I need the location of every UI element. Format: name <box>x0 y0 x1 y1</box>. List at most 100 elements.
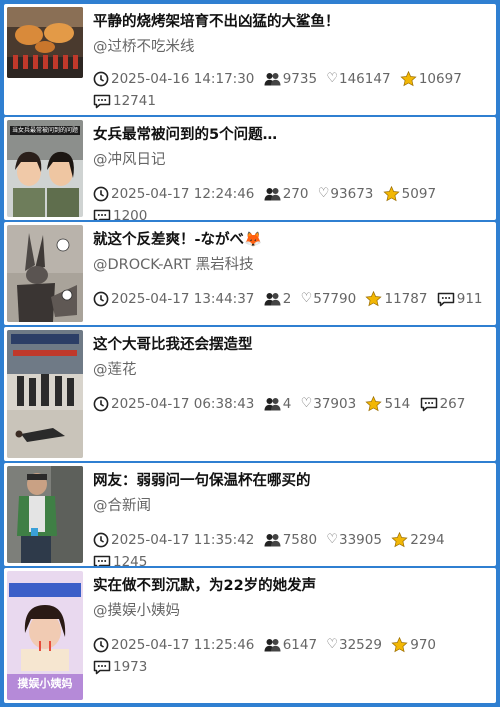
publish-time-text: 2025-04-17 13:44:37 <box>111 291 255 307</box>
heart-icon: ♡ <box>317 186 330 201</box>
comment-count[interactable]: 1200 <box>93 205 147 220</box>
star-icon <box>365 396 383 412</box>
star-icon <box>365 291 383 307</box>
like-count[interactable]: ♡ 57790 <box>301 288 357 310</box>
comment-icon <box>420 397 437 411</box>
favorite-count[interactable]: 5097 <box>383 183 436 205</box>
like-count-text: 146147 <box>339 71 391 87</box>
star-icon <box>383 186 400 202</box>
favorite-count[interactable]: 970 <box>391 634 436 656</box>
watch-count-text: 2 <box>282 291 292 307</box>
heart-icon: ♡ <box>326 71 338 86</box>
video-meta: 2025-04-16 14:17:30 9735 ♡ 146147 10697 … <box>93 68 488 112</box>
favorite-count-text: 514 <box>384 396 411 412</box>
favorite-count[interactable]: 2294 <box>391 529 445 551</box>
comment-count-text: 1973 <box>113 659 148 675</box>
publish-time: 2025-04-17 13:44:37 <box>93 288 254 310</box>
favorite-count-text: 11787 <box>384 291 428 307</box>
video-thumbnail[interactable] <box>7 225 83 322</box>
like-count-text: 32529 <box>339 637 382 653</box>
heart-icon: ♡ <box>326 532 338 547</box>
video-card[interactable]: 摸娱小姨妈 实在做不到沉默，为22岁的她发声 @摸娱小姨妈 2025-04-17… <box>4 568 496 703</box>
like-count[interactable]: ♡ 146147 <box>326 68 390 90</box>
favorite-count[interactable]: 514 <box>365 393 410 415</box>
thumbnail-caption: 当女兵最常被问到的问题 <box>11 127 78 134</box>
video-meta: 2025-04-17 11:35:42 7580 ♡ 33905 2294 12… <box>93 529 488 566</box>
video-title[interactable]: 平静的烧烤架培育不出凶猛的大鲨鱼！ <box>93 13 486 31</box>
heart-icon: ♡ <box>300 291 313 306</box>
comment-icon <box>93 94 111 108</box>
comment-count[interactable]: 1245 <box>93 551 147 566</box>
video-card[interactable]: 这个大哥比我还会摆造型 @莲花 2025-04-17 06:38:43 4 ♡ … <box>4 327 496 461</box>
clock-icon <box>93 396 109 412</box>
like-count[interactable]: ♡ 37903 <box>301 393 357 415</box>
video-title[interactable]: 这个大哥比我还会摆造型 <box>93 336 486 354</box>
favorite-count-text: 2294 <box>410 532 445 548</box>
watch-count: 2 <box>264 288 292 310</box>
video-author[interactable]: @DROCK-ART 黑岩科技 <box>93 256 254 274</box>
like-count[interactable]: ♡ 93673 <box>318 183 374 205</box>
comment-count[interactable]: 267 <box>420 393 465 415</box>
like-count-text: 93673 <box>330 186 374 202</box>
comment-count-text: 12741 <box>113 93 156 109</box>
comment-count[interactable]: 12741 <box>93 90 156 112</box>
heart-icon: ♡ <box>300 396 313 411</box>
clock-icon <box>93 532 109 548</box>
clock-icon <box>93 291 109 307</box>
video-card[interactable]: 就这个反差爽！-ながべ🦊 @DROCK-ART 黑岩科技 2025-04-17 … <box>4 222 496 325</box>
watch-group-icon <box>264 73 281 86</box>
video-author[interactable]: @冲风日记 <box>93 151 166 169</box>
publish-time-text: 2025-04-17 06:38:43 <box>111 396 255 412</box>
video-title[interactable]: 女兵最常被问到的5个问题… <box>93 126 486 144</box>
comment-icon <box>93 555 111 566</box>
watch-group-icon <box>264 639 281 652</box>
publish-time-text: 2025-04-17 12:24:46 <box>111 186 255 202</box>
comment-icon <box>93 660 111 674</box>
watch-count: 7580 <box>264 529 317 551</box>
video-card[interactable]: 网友：弱弱问一句保温杯在哪买的 @合新闻 2025-04-17 11:35:42… <box>4 463 496 566</box>
video-thumbnail[interactable]: 当女兵最常被问到的问题 <box>7 120 83 217</box>
video-meta: 2025-04-17 13:44:37 2 ♡ 57790 11787 911 <box>93 288 488 310</box>
video-author[interactable]: @合新闻 <box>93 497 151 515</box>
feed-page: { "items": [ {"title":"平静的烧烤架培育不出凶猛的大鲨鱼！… <box>0 0 500 707</box>
favorite-count-text: 970 <box>410 637 437 653</box>
comment-icon <box>93 209 111 220</box>
watch-count-text: 7580 <box>282 532 318 548</box>
like-count[interactable]: ♡ 33905 <box>326 529 382 551</box>
video-card[interactable]: 当女兵最常被问到的问题 女兵最常被问到的5个问题… @冲风日记 2025-04-… <box>4 117 496 220</box>
publish-time: 2025-04-17 12:24:46 <box>93 183 254 205</box>
comment-count[interactable]: 911 <box>437 288 483 310</box>
comment-count[interactable]: 1973 <box>93 656 147 678</box>
watch-count: 4 <box>264 393 292 415</box>
watch-group-icon <box>264 398 281 411</box>
video-title[interactable]: 网友：弱弱问一句保温杯在哪买的 <box>93 472 486 490</box>
comment-count-text: 911 <box>456 291 483 307</box>
watch-count-text: 6147 <box>282 637 318 653</box>
video-thumbnail[interactable] <box>7 7 83 78</box>
watch-count: 9735 <box>264 68 317 90</box>
favorite-count[interactable]: 11787 <box>365 288 427 310</box>
publish-time-text: 2025-04-17 11:35:42 <box>111 532 255 548</box>
video-author[interactable]: @过桥不吃米线 <box>93 38 195 56</box>
video-meta: 2025-04-17 06:38:43 4 ♡ 37903 514 267 <box>93 393 488 415</box>
video-title[interactable]: 实在做不到沉默，为22岁的她发声 <box>93 577 486 595</box>
clock-icon <box>93 71 109 87</box>
like-count-text: 57790 <box>313 291 357 307</box>
like-count[interactable]: ♡ 32529 <box>326 634 382 656</box>
video-thumbnail[interactable]: 摸娱小姨妈 <box>7 571 83 700</box>
watch-count-text: 4 <box>282 396 292 412</box>
favorite-count-text: 10697 <box>418 71 462 87</box>
video-title[interactable]: 就这个反差爽！-ながべ🦊 <box>93 231 486 249</box>
star-icon <box>391 637 408 653</box>
video-author[interactable]: @摸娱小姨妈 <box>93 602 180 620</box>
favorite-count[interactable]: 10697 <box>400 68 462 90</box>
video-author[interactable]: @莲花 <box>93 361 137 379</box>
video-thumbnail[interactable] <box>7 466 83 563</box>
video-card[interactable]: 平静的烧烤架培育不出凶猛的大鲨鱼！ @过桥不吃米线 2025-04-16 14:… <box>4 4 496 115</box>
video-meta: 2025-04-17 11:25:46 6147 ♡ 32529 970 197… <box>93 634 488 678</box>
video-meta: 2025-04-17 12:24:46 270 ♡ 93673 5097 120… <box>93 183 488 220</box>
video-thumbnail[interactable] <box>7 330 83 458</box>
watch-count: 270 <box>264 183 308 205</box>
like-count-text: 33905 <box>339 532 382 548</box>
watch-group-icon <box>264 534 281 547</box>
